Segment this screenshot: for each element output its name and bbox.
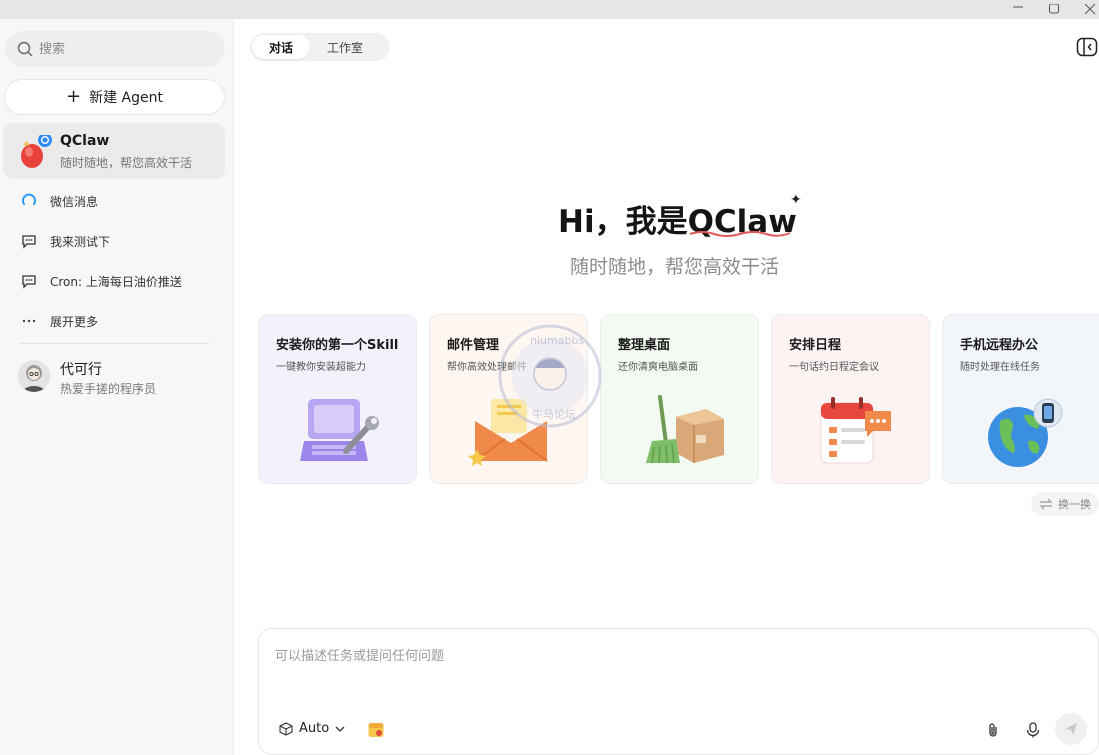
- broom-box-icon: [646, 395, 724, 464]
- tab-studio[interactable]: 工作室: [310, 35, 380, 59]
- card-title: 手机远程办公: [960, 338, 1039, 353]
- avatar: [18, 360, 50, 392]
- prompt-input[interactable]: [275, 645, 1075, 705]
- model-label: Auto: [299, 721, 330, 736]
- microphone-icon: [1026, 722, 1040, 738]
- search-box[interactable]: [5, 31, 225, 67]
- greeting-prefix: Hi，我是: [558, 204, 688, 240]
- sidebar-item-label: 微信消息: [50, 194, 99, 209]
- send-button[interactable]: [1055, 713, 1087, 745]
- maximize-icon: [1049, 3, 1059, 13]
- agent-name: QClaw: [60, 133, 110, 149]
- watermark-text-top: niumabbs: [530, 334, 584, 347]
- card-description: 随时处理在线任务: [960, 362, 1040, 373]
- cube-icon: [279, 721, 293, 736]
- suggestion-cards: 安装你的第一个Skill 一键教你安装超能力 邮件管理 帮你高效处理邮件 整理桌…: [258, 314, 1099, 484]
- user-profile[interactable]: 代可行 热爱手搓的程序员: [10, 357, 225, 401]
- paperclip-icon: [989, 723, 997, 737]
- laptop-wrench-icon: [300, 399, 379, 461]
- search-icon: [17, 41, 33, 57]
- hero-subtitle: 随时随地，帮您高效干活: [570, 256, 780, 278]
- sidebar-item-wechat[interactable]: 微信消息: [20, 190, 98, 212]
- agent-description: 随时随地，帮您高效干活: [60, 156, 193, 170]
- sidebar-item-cron[interactable]: Cron: 上海每日油价推送: [20, 270, 182, 292]
- card-title: 整理桌面: [618, 338, 671, 353]
- globe-phone-icon: [988, 398, 1063, 467]
- refresh-label: 换一换: [1058, 498, 1091, 511]
- send-icon: [1065, 723, 1077, 735]
- chat-bubble-icon: [20, 272, 38, 290]
- sidebar-collapse-icon: [1076, 37, 1098, 57]
- card-mobile-remote[interactable]: 手机远程办公 随时处理在线任务: [942, 314, 1099, 484]
- tab-chat[interactable]: 对话: [252, 35, 311, 59]
- user-name: 代可行: [60, 362, 102, 378]
- underline-squiggle: [689, 231, 791, 237]
- card-install-skill[interactable]: 安装你的第一个Skill 一键教你安装超能力: [258, 314, 417, 484]
- close-icon: [1084, 3, 1096, 14]
- plus-icon: +: [66, 86, 82, 107]
- maximize-button[interactable]: [1039, 0, 1069, 19]
- agent-card-qclaw[interactable]: QClaw 随时随地，帮您高效干活: [3, 123, 225, 179]
- card-title: 安排日程: [789, 338, 842, 353]
- skill-box-icon: [368, 723, 384, 737]
- mode-tabs: 对话 工作室: [250, 33, 390, 61]
- card-description: 一键教你安装超能力: [276, 362, 366, 373]
- card-description: 一句话约日程定会议: [789, 362, 879, 373]
- sidebar-divider: [20, 343, 210, 344]
- new-agent-button[interactable]: + 新建 Agent: [4, 79, 225, 115]
- refresh-button[interactable]: 换一换: [1031, 492, 1099, 516]
- card-organize-desktop[interactable]: 整理桌面 还你清爽电脑桌面: [600, 314, 759, 484]
- panel-toggle-button[interactable]: [1076, 37, 1098, 57]
- chevron-down-icon: [335, 726, 345, 732]
- voice-button[interactable]: [1022, 719, 1044, 741]
- minimize-icon: [1013, 6, 1023, 7]
- card-title: 安装你的第一个Skill: [276, 338, 399, 353]
- attach-button[interactable]: [982, 719, 1004, 741]
- new-agent-label: 新建 Agent: [89, 90, 163, 106]
- watermark-text-bottom: 牛马论坛: [532, 407, 576, 421]
- sparkle-icon: ✦: [790, 192, 802, 208]
- swap-arrows-icon: [1039, 498, 1053, 510]
- plugin-button[interactable]: [365, 719, 387, 741]
- window-title-bar: [0, 0, 1099, 19]
- close-button[interactable]: [1075, 0, 1099, 19]
- card-description: 还你清爽电脑桌面: [618, 362, 698, 373]
- calendar-chat-icon: [820, 397, 891, 464]
- minimize-button[interactable]: [1003, 0, 1033, 19]
- sidebar-item-more[interactable]: 展开更多: [20, 310, 98, 332]
- forum-watermark: niumabbs 牛马论坛: [498, 324, 602, 428]
- user-description: 热爱手搓的程序员: [60, 382, 157, 396]
- chat-bubble-icon: [20, 232, 38, 250]
- search-input[interactable]: [39, 41, 209, 57]
- sidebar-item-label: 展开更多: [50, 314, 99, 329]
- sidebar-item-label: 我来测试下: [50, 234, 111, 249]
- sidebar-item-test[interactable]: 我来测试下: [20, 230, 110, 252]
- qclaw-avatar: [21, 135, 52, 168]
- more-dots-icon: [20, 312, 38, 330]
- sidebar-item-label: Cron: 上海每日油价推送: [50, 274, 182, 289]
- model-selector[interactable]: Auto: [279, 721, 345, 736]
- wechat-ring-icon: [20, 192, 38, 210]
- card-schedule[interactable]: 安排日程 一句话约日程定会议: [771, 314, 930, 484]
- composer: Auto: [258, 628, 1099, 755]
- card-title: 邮件管理: [447, 338, 500, 353]
- sidebar: + 新建 Agent QClaw 随时随地，帮您高效干活 微信消息 我来测试下 …: [0, 19, 234, 755]
